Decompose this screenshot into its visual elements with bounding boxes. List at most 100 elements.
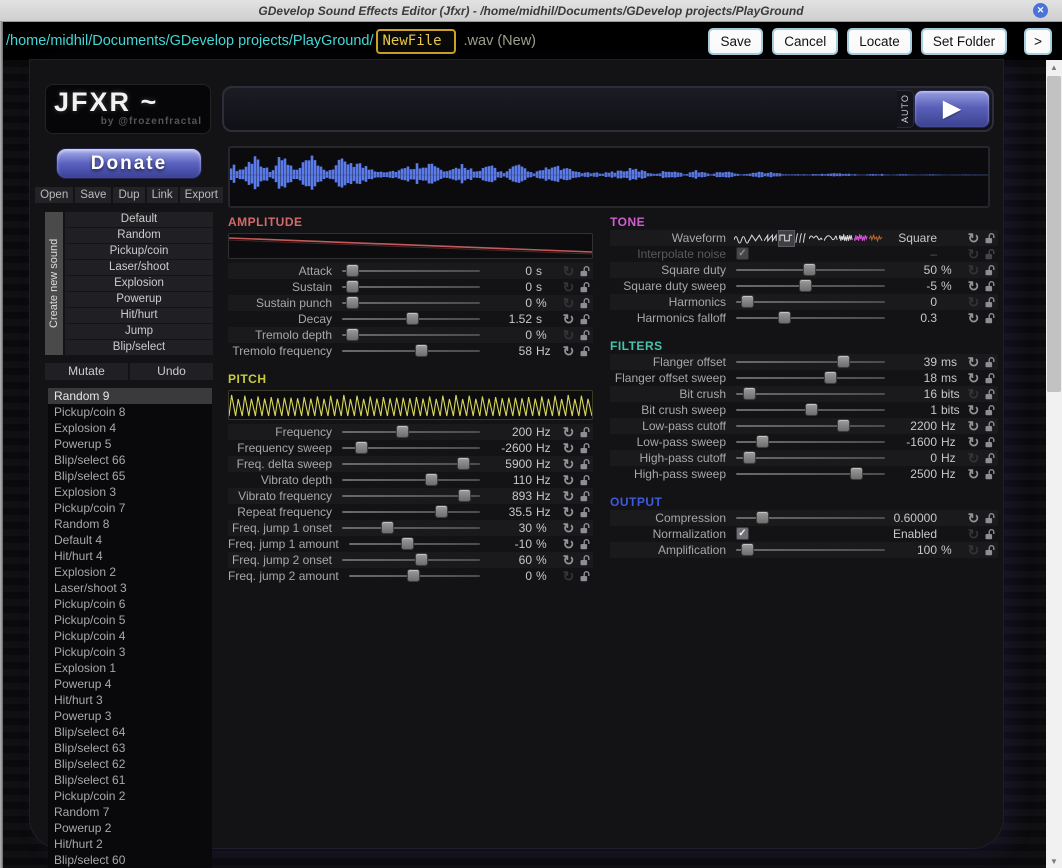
tangent-wave-icon[interactable] (794, 231, 809, 246)
reset-icon[interactable]: ↻ (559, 280, 578, 294)
param-slider[interactable] (342, 350, 480, 352)
list-item[interactable]: Hit/hurt 4 (48, 548, 212, 564)
reset-icon[interactable]: ↻ (559, 489, 578, 503)
reset-icon[interactable]: ↻ (964, 543, 983, 557)
filename-input[interactable] (376, 29, 456, 54)
reset-icon[interactable]: ↻ (964, 467, 983, 481)
list-item[interactable]: Explosion 1 (48, 660, 212, 676)
lock-icon[interactable] (578, 522, 593, 535)
preset-button[interactable]: Default (65, 212, 213, 227)
param-slider[interactable] (736, 317, 885, 319)
lock-icon[interactable] (983, 452, 998, 465)
list-item[interactable]: Laser/shoot 3 (48, 580, 212, 596)
file-action-save-button[interactable]: Save (75, 187, 111, 203)
param-slider[interactable] (736, 473, 885, 475)
preset-button[interactable]: Hit/hurt (65, 308, 213, 323)
breaker-wave-icon[interactable] (824, 231, 839, 246)
slider-thumb[interactable] (778, 311, 791, 324)
reset-icon[interactable]: ↻ (964, 263, 983, 277)
slider-thumb[interactable] (425, 473, 438, 486)
param-slider[interactable] (736, 393, 885, 395)
reset-icon[interactable]: ↻ (559, 441, 578, 455)
slider-thumb[interactable] (457, 457, 470, 470)
lock-icon[interactable] (983, 232, 998, 245)
slider-thumb[interactable] (346, 280, 359, 293)
slider-thumb[interactable] (346, 296, 359, 309)
waveform-display[interactable] (228, 146, 990, 208)
lock-icon[interactable] (983, 264, 998, 277)
slider-thumb[interactable] (415, 344, 428, 357)
list-item[interactable]: Default 4 (48, 532, 212, 548)
reset-icon[interactable]: ↻ (559, 505, 578, 519)
reset-icon[interactable]: ↻ (964, 355, 983, 369)
slider-thumb[interactable] (381, 521, 394, 534)
slider-thumb[interactable] (850, 467, 863, 480)
preset-button[interactable]: Powerup (65, 292, 213, 307)
reset-icon[interactable]: ↻ (964, 387, 983, 401)
reset-icon[interactable]: ↻ (964, 311, 983, 325)
lock-icon[interactable] (578, 506, 593, 519)
list-item[interactable]: Pickup/coin 7 (48, 500, 212, 516)
lock-icon[interactable] (578, 281, 593, 294)
reset-icon[interactable]: ↻ (964, 451, 983, 465)
param-slider[interactable] (736, 409, 885, 411)
lock-icon[interactable] (578, 297, 593, 310)
preset-button[interactable]: Pickup/coin (65, 244, 213, 259)
reset-icon[interactable]: ↻ (559, 344, 578, 358)
param-slider[interactable] (342, 527, 480, 529)
slider-thumb[interactable] (824, 371, 837, 384)
slider-thumb[interactable] (415, 553, 428, 566)
param-checkbox[interactable]: ✓ (736, 247, 749, 260)
slider-thumb[interactable] (837, 355, 850, 368)
reset-icon[interactable]: ↻ (964, 403, 983, 417)
lock-icon[interactable] (578, 538, 593, 551)
scroll-down-icon[interactable]: ▼ (1046, 854, 1062, 868)
param-slider[interactable] (342, 334, 480, 336)
slider-thumb[interactable] (837, 419, 850, 432)
param-slider[interactable] (342, 479, 480, 481)
lock-icon[interactable] (578, 329, 593, 342)
reset-icon[interactable]: ↻ (559, 553, 578, 567)
lock-icon[interactable] (983, 248, 998, 261)
lock-icon[interactable] (578, 490, 593, 503)
preset-button[interactable]: Blip/select (65, 340, 213, 355)
param-slider[interactable] (342, 286, 480, 288)
whistle-wave-icon[interactable] (809, 231, 824, 246)
preset-button[interactable]: Laser/shoot (65, 260, 213, 275)
play-button[interactable]: ▶ (914, 90, 990, 128)
param-slider[interactable] (736, 361, 885, 363)
slider-thumb[interactable] (803, 263, 816, 276)
lock-icon[interactable] (983, 312, 998, 325)
list-item[interactable]: Hit/hurt 2 (48, 836, 212, 852)
list-item[interactable]: Explosion 3 (48, 484, 212, 500)
list-item[interactable]: Pickup/coin 5 (48, 612, 212, 628)
toolbar-button--[interactable]: > (1024, 28, 1052, 55)
list-item[interactable]: Random 8 (48, 516, 212, 532)
slider-thumb[interactable] (435, 505, 448, 518)
reset-icon[interactable]: ↻ (559, 537, 578, 551)
toolbar-button-locate[interactable]: Locate (847, 28, 912, 55)
reset-icon[interactable]: ↻ (964, 435, 983, 449)
file-action-export-button[interactable]: Export (180, 187, 223, 203)
list-item[interactable]: Pickup/coin 2 (48, 788, 212, 804)
lock-icon[interactable] (983, 512, 998, 525)
preset-button[interactable]: Jump (65, 324, 213, 339)
list-item[interactable]: Hit/hurt 3 (48, 692, 212, 708)
reset-icon[interactable]: ↻ (559, 296, 578, 310)
auto-play-toggle[interactable]: AUTO (897, 90, 914, 128)
param-slider[interactable] (342, 318, 480, 320)
list-item[interactable]: Pickup/coin 3 (48, 644, 212, 660)
param-slider[interactable] (342, 302, 480, 304)
reset-icon[interactable]: ↻ (559, 312, 578, 326)
param-slider[interactable] (736, 441, 885, 443)
reset-icon[interactable]: ↻ (964, 527, 983, 541)
lock-icon[interactable] (578, 426, 593, 439)
param-slider[interactable] (736, 377, 885, 379)
lock-icon[interactable] (578, 313, 593, 326)
donate-button[interactable]: Donate (56, 148, 202, 179)
lock-icon[interactable] (983, 296, 998, 309)
list-item[interactable]: Random 7 (48, 804, 212, 820)
list-item[interactable]: Blip/select 63 (48, 740, 212, 756)
param-slider[interactable] (342, 559, 480, 561)
lock-icon[interactable] (983, 468, 998, 481)
